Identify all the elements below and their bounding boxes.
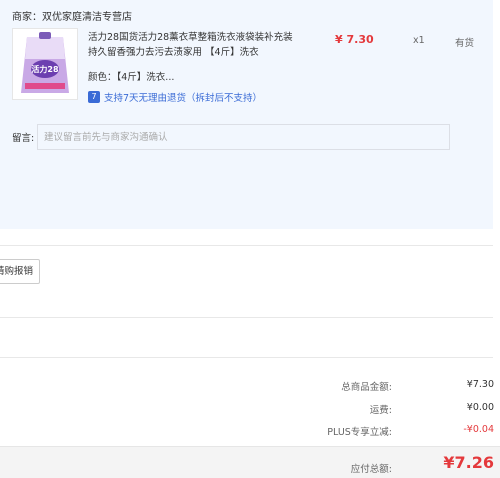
invoice-button[interactable]: 请购报销 xyxy=(0,259,40,284)
product-title[interactable]: 活力28国货活力28薰衣草整箱洗衣液袋装补充装持久留香强力去污去渍家用 【4斤】… xyxy=(88,30,300,60)
total-bar: 应付总额: ¥7.26 xyxy=(0,446,500,478)
product-price: ¥ 7.30 xyxy=(335,33,374,46)
product-thumbnail[interactable]: 活力28 xyxy=(12,28,78,100)
note-input[interactable] xyxy=(37,124,450,150)
detergent-pouch-image: 活力28 xyxy=(13,29,77,99)
total-label: 应付总额: xyxy=(350,464,392,475)
divider xyxy=(0,317,493,318)
divider xyxy=(0,357,493,358)
goods-total-label: 总商品金额: xyxy=(341,382,392,393)
thumbnail-brand-text: 活力28 xyxy=(31,64,59,74)
product-color: 颜色：【4斤】洗衣... xyxy=(88,72,175,83)
return-policy-text: 支持7天无理由退货（拆封后不支持） xyxy=(104,93,263,104)
plus-discount-label: PLUS专享立减: xyxy=(327,427,392,438)
stock-status: 有货 xyxy=(455,38,475,49)
divider xyxy=(0,245,493,246)
shipping-value: ¥0.00 xyxy=(466,402,494,413)
shop-name[interactable]: 商家：双优家庭清洁专营店 xyxy=(12,8,132,23)
total-value: ¥7.26 xyxy=(443,453,494,472)
shipping-label: 运费: xyxy=(369,405,392,416)
goods-total-value: ¥7.30 xyxy=(466,379,494,390)
product-quantity: x1 xyxy=(413,35,425,46)
return-policy[interactable]: 7 支持7天无理由退货（拆封后不支持） xyxy=(88,90,262,104)
return-policy-icon: 7 xyxy=(88,91,100,103)
plus-discount-value: -¥0.04 xyxy=(463,424,494,435)
note-label: 留言: xyxy=(12,133,35,144)
order-panel: 商家：双优家庭清洁专营店 活力28 活力28国货活力28薰衣草整箱洗衣液袋装补充… xyxy=(0,0,493,229)
